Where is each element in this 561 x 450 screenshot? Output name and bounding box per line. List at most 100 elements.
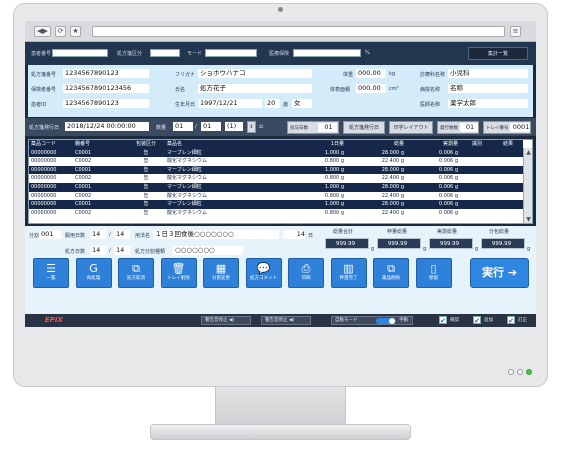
issue-date-button[interactable]: 処方箋発行日	[343, 121, 385, 134]
table-row[interactable]: 00000000 C0002 缶 酸化マグネシウム 0.800 g 22.400 g 0.0…	[29, 157, 523, 166]
diff-value: 999.99	[481, 238, 525, 249]
mode-input[interactable]	[205, 49, 257, 57]
rx-class-input[interactable]	[150, 49, 180, 57]
action-button-5[interactable]: 💬 処方コメント	[245, 258, 282, 288]
rx-days[interactable]: 14	[90, 246, 106, 255]
action-label: 処方取消	[127, 276, 145, 281]
medicine-table: 薬品コード 棚番号 包装区分 薬品名 1日量 総量 実測量 識別 結果 0000…	[28, 139, 533, 224]
usage-days-2[interactable]: 14	[114, 230, 130, 239]
slash: /	[109, 248, 111, 254]
action-button-2[interactable]: ⧉ 処方取消	[118, 258, 154, 288]
mute-button-2[interactable]: 警告音停止 ◀)	[261, 316, 311, 325]
tray-number[interactable]: 0001	[510, 123, 530, 132]
scroll-up-icon[interactable]: ▲	[525, 149, 532, 156]
mute-button-1[interactable]: 警告音停止 ◀)	[201, 316, 251, 325]
usage-days[interactable]: 14	[90, 230, 106, 239]
table-cell	[491, 209, 523, 218]
table-cell	[461, 157, 491, 166]
action-button-1[interactable]: G 再処理	[75, 258, 112, 288]
usage-value[interactable]: １日３回食後○○○○○○○	[153, 230, 279, 239]
search-strip: 患者番号 処方箋区分 モード 医療保険 % 集計一覧	[25, 42, 536, 65]
action-label: 薬品削除	[382, 276, 400, 281]
execute-label: 実行	[481, 266, 504, 279]
rx-days-label: 処方日数	[65, 249, 86, 255]
col-total: 総量	[393, 141, 404, 147]
actual-unit: g	[475, 246, 479, 252]
correct-label: 訂正	[518, 318, 527, 323]
table-scrollbar[interactable]: ▲ ▼	[523, 148, 532, 223]
action-button-4[interactable]: ▦ 分割変更	[203, 258, 239, 288]
furigana-label: フリガナ	[175, 72, 196, 78]
dose-stepper[interactable]: ⇕	[247, 121, 256, 133]
summary-button[interactable]: 集計一覧	[468, 47, 528, 60]
tray-box: トレイ番号 0001	[483, 121, 531, 134]
table-cell: 00000000	[31, 166, 57, 173]
add-checkbox[interactable]: ✔	[473, 316, 481, 325]
action-label: 印刷	[301, 276, 311, 281]
scroll-down-icon[interactable]: ▼	[525, 216, 532, 223]
days-value[interactable]: 01	[318, 123, 337, 132]
dose-b[interactable]: 01	[201, 122, 221, 131]
auto-mode-toggle[interactable]: 自動モード 手動	[331, 316, 413, 325]
area-label: 体表面積	[330, 87, 351, 93]
table-cell: 00000000	[31, 192, 57, 199]
action-label: 処方コメント	[250, 276, 277, 281]
action-button-9[interactable]: ▯ 保留	[415, 258, 452, 288]
auto-state: 手動	[399, 318, 408, 323]
insurance-input[interactable]	[293, 49, 361, 57]
rx-number: 1234567890123	[63, 69, 149, 78]
action-button-6[interactable]: ⎙ 印刷	[288, 258, 324, 288]
col-daily: 1日量	[330, 141, 344, 147]
correct-checkbox[interactable]: ✔	[507, 316, 515, 325]
dose-c[interactable]: (1)	[225, 122, 243, 131]
action-button-0[interactable]: ☰ 一覧	[33, 258, 69, 288]
rx-days-2[interactable]: 14	[114, 246, 130, 255]
age: 20	[265, 99, 280, 108]
cls-value[interactable]: 001	[39, 230, 61, 239]
execute-button[interactable]: 実行 ➔	[470, 258, 529, 288]
reload-icon[interactable]: ⟳	[55, 26, 66, 37]
table-row[interactable]: 00000000 C0002 缶 酸化マグネシウム 0.800 g 22.400 g 0.0…	[29, 174, 523, 183]
table-row[interactable]: 00000000 C0002 缶 酸化マグネシウム 0.800 g 22.400 g 0.0…	[29, 208, 523, 218]
issue-count[interactable]: 01	[460, 123, 478, 132]
table-cell	[461, 192, 491, 201]
table-row[interactable]: 00000000 C0002 缶 酸化マグネシウム 0.800 g 22.400 g 0.0…	[29, 191, 523, 201]
hospital-label: 病院名称	[420, 87, 441, 93]
table-cell: マーブレン細粒	[167, 201, 202, 208]
table-cell	[461, 149, 491, 158]
g-icon: G	[89, 262, 98, 275]
patient-no-label: 患者番号	[31, 51, 52, 57]
menu-icon[interactable]: ≡	[510, 26, 521, 37]
split-icon: ▦	[215, 262, 227, 275]
action-button-8[interactable]: ⧉ 薬品削除	[373, 258, 409, 288]
print-layout-button[interactable]: 印字レイアウト	[389, 121, 433, 134]
usage-days-label: 服用日数	[65, 233, 86, 239]
table-cell: C0001	[75, 149, 92, 156]
address-bar[interactable]	[92, 26, 505, 37]
table-cell: 酸化マグネシウム	[167, 209, 208, 216]
insurance-label: 医療保険	[269, 51, 290, 57]
measured-label: 秤量総量	[387, 229, 408, 235]
body-area: 000.00	[356, 84, 386, 93]
issue-date-input[interactable]: 2018/12/24 00:00:00	[65, 122, 149, 131]
table-cell: 1.000 g	[324, 149, 344, 156]
confirm-checkbox[interactable]: ✔	[439, 316, 447, 325]
stepper-note: ⚖	[259, 124, 264, 130]
split-value[interactable]: ○○○○○○○	[173, 246, 243, 255]
logo: EPIX	[45, 316, 63, 324]
toggle-switch[interactable]	[376, 318, 396, 324]
table-cell: 0.800 g	[324, 209, 344, 216]
dose-a[interactable]: 01	[173, 122, 193, 131]
action-button-7[interactable]: ▥ 秤量完了	[330, 258, 367, 288]
cls-label: 分割	[29, 233, 40, 239]
table-row[interactable]: 00000000 C0001 缶 マーブレン細粒 1.000 g 28.000 g 0.00…	[29, 200, 523, 209]
bookmark-icon[interactable]: ★	[70, 26, 81, 37]
table-row[interactable]: 00000000 C0001 缶 マーブレン細粒 1.000 g 28.000 g 0.00…	[29, 165, 523, 175]
back-forward-buttons[interactable]: ◀▶	[34, 26, 51, 37]
table-cell: 缶	[143, 149, 149, 156]
action-button-3[interactable]: 🗑 トレイ削除	[160, 258, 197, 288]
patient-no-input[interactable]	[52, 49, 108, 57]
table-row[interactable]: 00000000 C0001 缶 マーブレン細粒 1.000 g 28.000 g 0.00…	[29, 183, 523, 192]
table-row[interactable]: 00000000 C0001 缶 マーブレン細粒 1.000 g 28.000 g 0.00…	[29, 148, 523, 158]
action-label: 再処理	[86, 276, 101, 281]
